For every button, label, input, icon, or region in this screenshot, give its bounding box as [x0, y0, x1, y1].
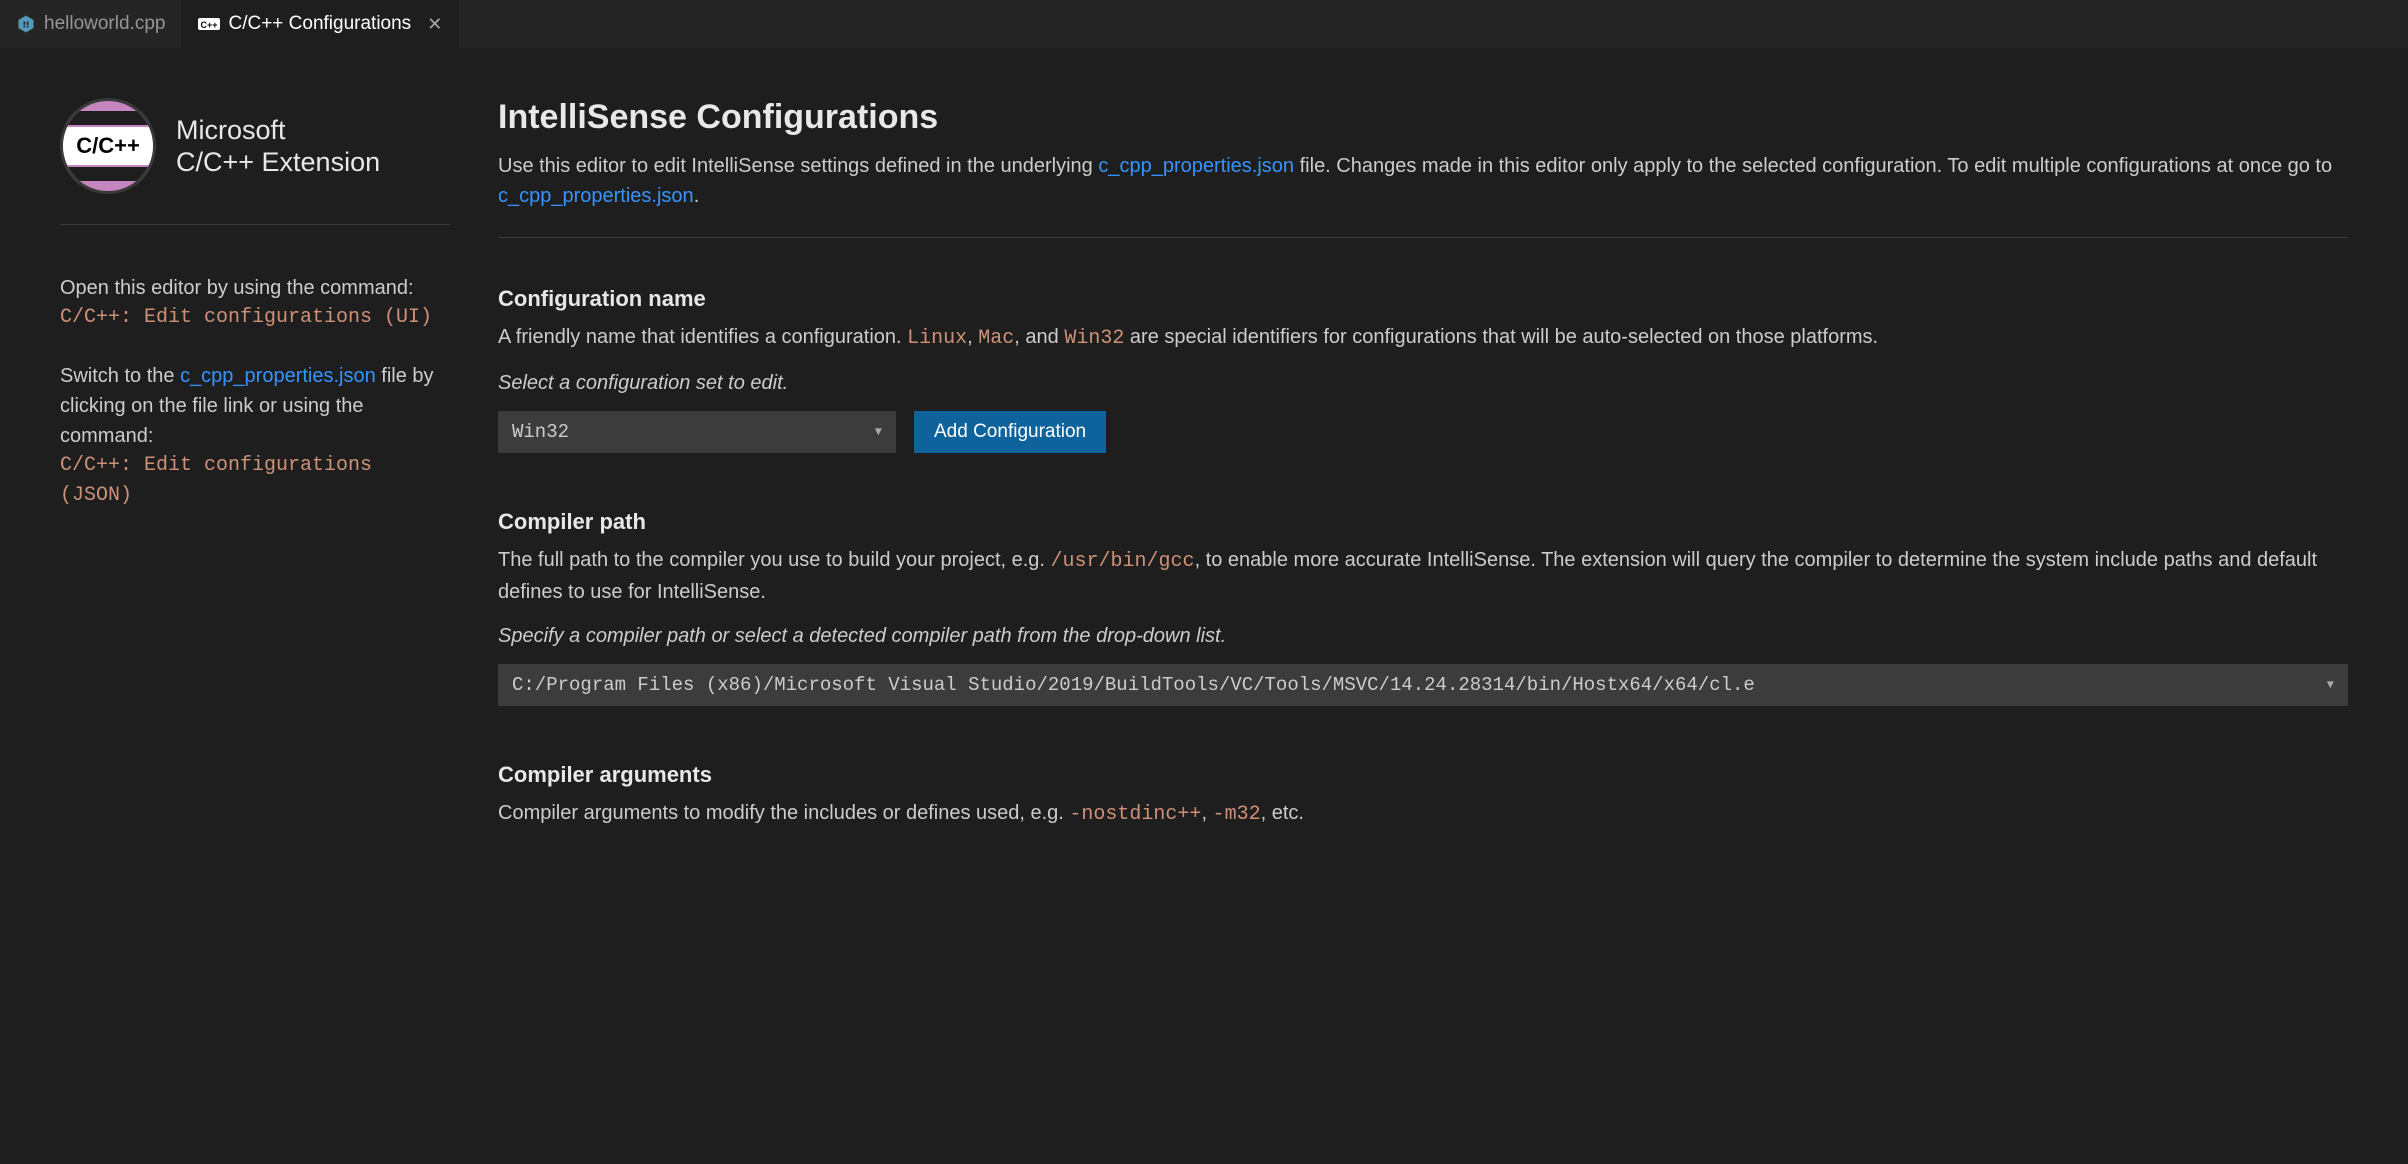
page-title: IntelliSense Configurations [498, 98, 2348, 137]
keyword-win32: Win32 [1064, 327, 1124, 350]
select-value: Win32 [512, 421, 569, 443]
brand-line2: C/C++ Extension [176, 146, 380, 178]
logo-badge-text: C/C++ [63, 127, 153, 165]
section-instruction: Specify a compiler path or select a dete… [498, 625, 2348, 648]
ext-icon: C++ [198, 16, 220, 32]
properties-json-link[interactable]: c_cpp_properties.json [1098, 155, 1294, 177]
section-description: The full path to the compiler you use to… [498, 545, 2348, 607]
compiler-path-value: C:/Program Files (x86)/Microsoft Visual … [512, 674, 2315, 696]
section-heading: Compiler path [498, 509, 2348, 535]
properties-json-link[interactable]: c_cpp_properties.json [180, 365, 376, 387]
section-heading: Compiler arguments [498, 762, 2348, 788]
brand-line1: Microsoft [176, 114, 380, 146]
extension-name: Microsoft C/C++ Extension [176, 114, 380, 179]
section-heading: Configuration name [498, 286, 2348, 312]
cpp-file-icon [16, 14, 36, 34]
tab-label: C/C++ Configurations [228, 13, 411, 35]
tab-helloworld[interactable]: helloworld.cpp [0, 0, 182, 48]
compiler-path-combobox[interactable]: C:/Program Files (x86)/Microsoft Visual … [498, 664, 2348, 706]
section-description: Compiler arguments to modify the include… [498, 798, 2348, 830]
switch-command: C/C++: Edit configurations (JSON) [60, 451, 450, 511]
chevron-down-icon: ▼ [2327, 678, 2334, 692]
add-configuration-button[interactable]: Add Configuration [914, 411, 1106, 453]
intro-text: Use this editor to edit IntelliSense set… [498, 151, 2348, 211]
section-instruction: Select a configuration set to edit. [498, 372, 2348, 395]
main-panel: IntelliSense Configurations Use this edi… [498, 98, 2348, 886]
compiler-arg-example: -m32 [1213, 803, 1261, 826]
compiler-path-section: Compiler path The full path to the compi… [498, 509, 2348, 706]
configuration-select[interactable]: Win32 ▼ [498, 411, 896, 453]
keyword-linux: Linux [907, 327, 967, 350]
compiler-arg-example: -nostdinc++ [1069, 803, 1201, 826]
open-editor-text: Open this editor by using the command: [60, 273, 450, 303]
svg-text:C++: C++ [201, 20, 218, 30]
switch-text-prefix: Switch to the [60, 365, 180, 387]
chevron-down-icon: ▼ [875, 425, 882, 439]
configuration-name-section: Configuration name A friendly name that … [498, 286, 2348, 453]
tab-bar: helloworld.cpp C++ C/C++ Configurations … [0, 0, 2408, 48]
tab-label: helloworld.cpp [44, 13, 165, 35]
close-icon[interactable]: ✕ [427, 14, 442, 35]
compiler-arguments-section: Compiler arguments Compiler arguments to… [498, 762, 2348, 830]
compiler-path-example: /usr/bin/gcc [1051, 550, 1195, 573]
open-editor-command: C/C++: Edit configurations (UI) [60, 303, 450, 333]
section-description: A friendly name that identifies a config… [498, 322, 2348, 354]
tab-configurations[interactable]: C++ C/C++ Configurations ✕ [182, 0, 459, 48]
divider [60, 224, 450, 225]
divider [498, 237, 2348, 238]
properties-json-link[interactable]: c_cpp_properties.json [498, 185, 694, 207]
sidebar: C/C++ Microsoft C/C++ Extension Open thi… [60, 98, 450, 886]
extension-logo: C/C++ [60, 98, 156, 194]
keyword-mac: Mac [978, 327, 1014, 350]
